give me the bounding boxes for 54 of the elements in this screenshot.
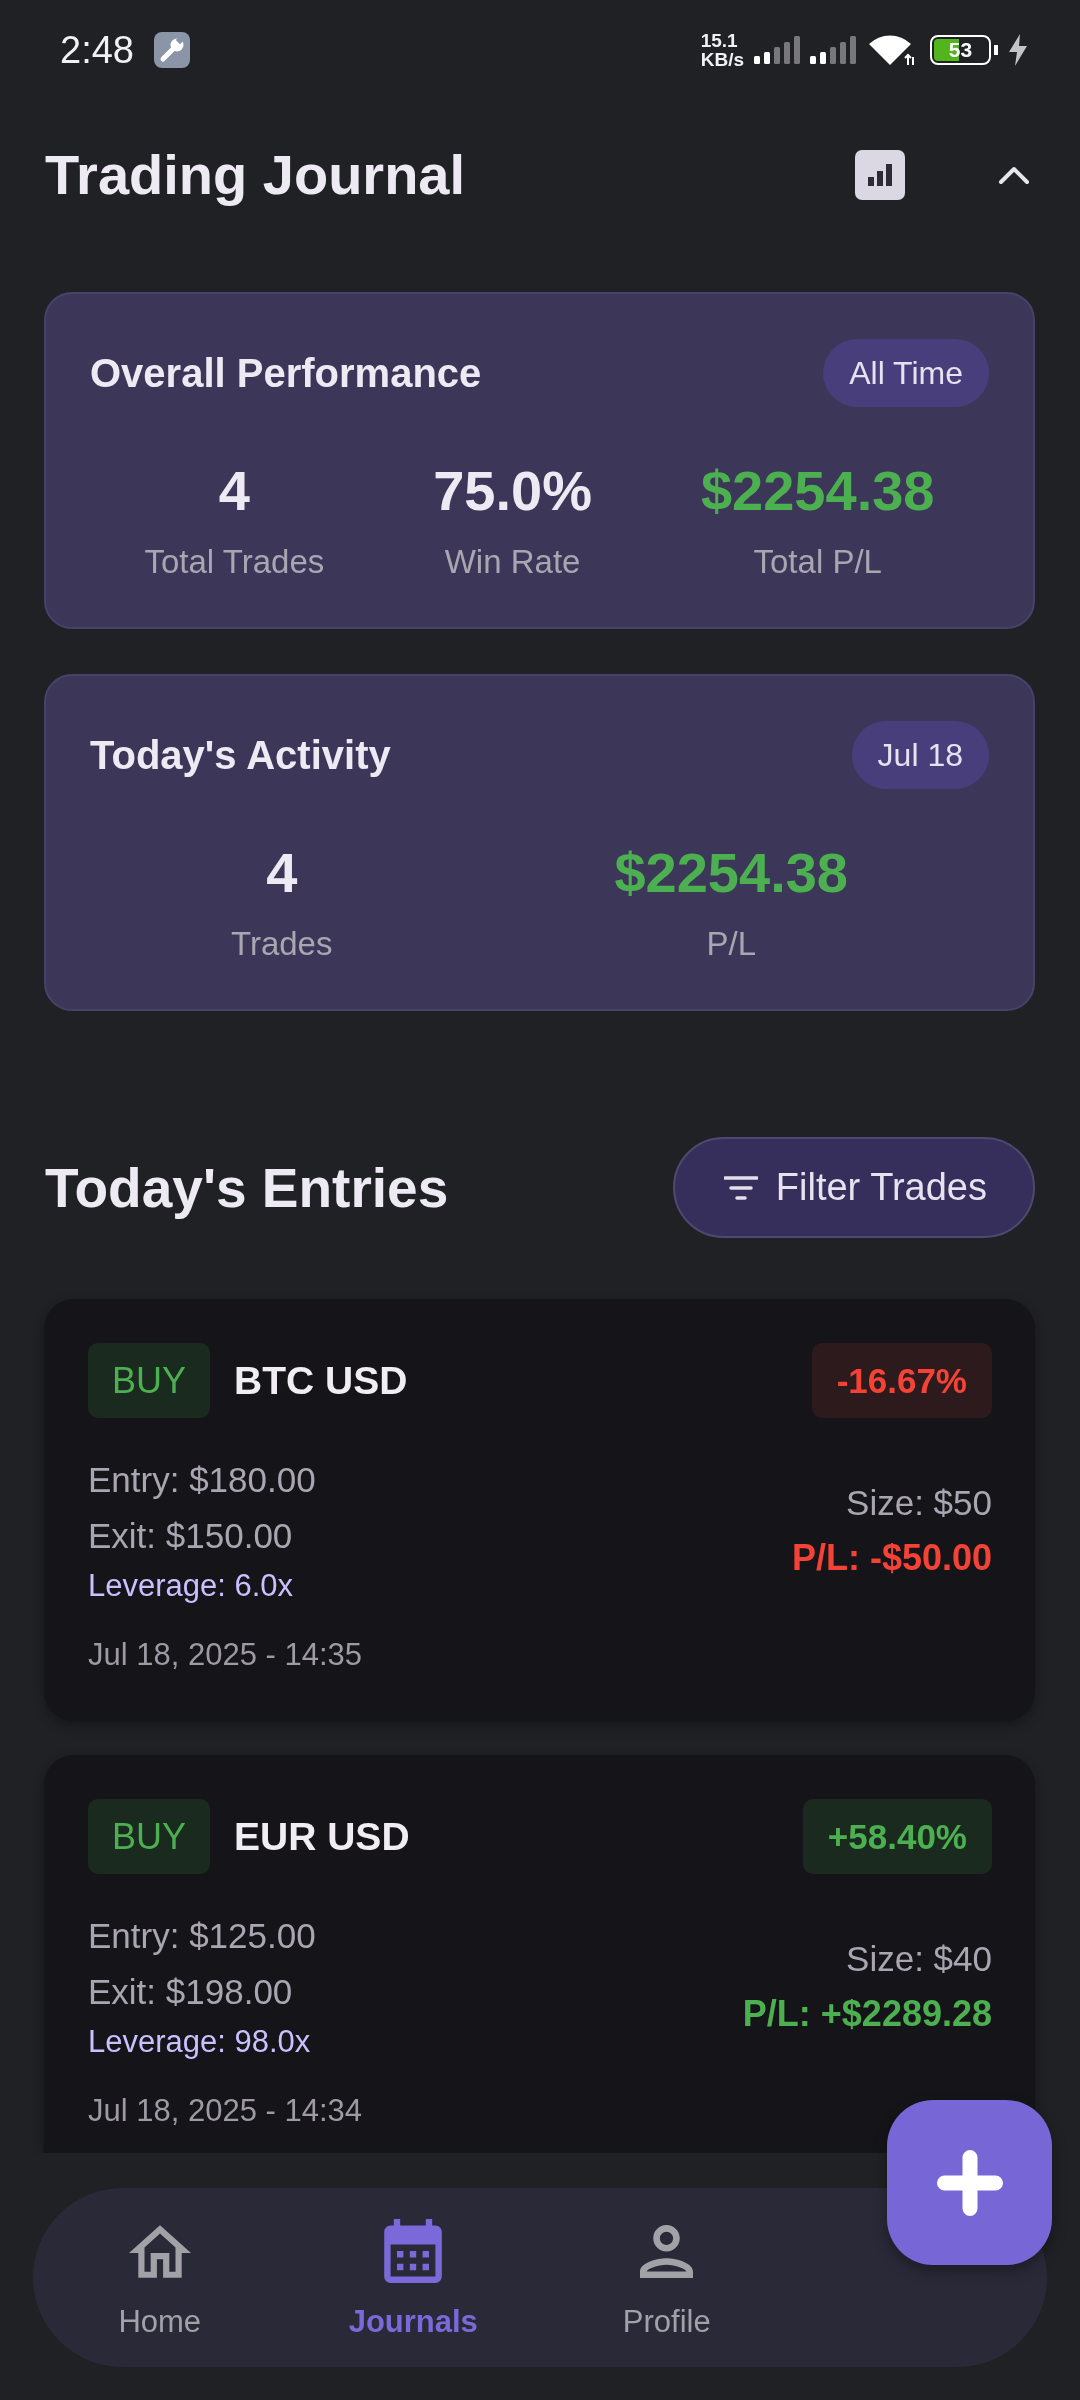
nav-tab[interactable]: Journals — [348, 2219, 478, 2342]
calendar-icon — [384, 2219, 443, 2283]
profit-loss: P/L: +$2289.28 — [742, 1992, 992, 2036]
leverage-text: Leverage: 6.0x — [88, 1567, 294, 1605]
pair-name: EUR USD — [234, 1814, 410, 1859]
stat-label: Trades — [231, 924, 333, 964]
period-chip: All Time — [823, 339, 989, 407]
network-speed-value: 15.1 — [700, 31, 738, 50]
clock-time: 2:48 — [60, 28, 134, 72]
wifi-icon — [868, 33, 916, 67]
charging-icon — [1008, 34, 1028, 66]
filter-button[interactable]: Filter Trades — [672, 1137, 1035, 1238]
signal-icon — [810, 36, 856, 64]
stat-value: 4 — [218, 459, 250, 523]
stat-label: Win Rate — [444, 542, 581, 582]
signal-icon — [754, 36, 800, 64]
section-title: Today's Entries — [45, 1155, 449, 1221]
card-title: Today's Activity — [90, 732, 391, 778]
wrench-icon — [153, 32, 190, 68]
pair-name: BTC USD — [234, 1358, 408, 1403]
position-size: Size: $40 — [846, 1938, 992, 1980]
position-size: Size: $50 — [846, 1482, 992, 1524]
period-chip: Jul 18 — [851, 721, 989, 789]
side-tag: BUY — [88, 1343, 211, 1418]
stat-label: P/L — [706, 924, 756, 964]
change-tag: +58.40% — [802, 1799, 992, 1874]
leverage-text: Leverage: 98.0x — [88, 2023, 311, 2061]
stat-value: $2254.38 — [700, 459, 935, 523]
nav-tab[interactable]: Home — [118, 2219, 202, 2342]
exit-price: Exit: $150.00 — [88, 1515, 293, 1557]
change-tag: -16.67% — [811, 1343, 992, 1418]
page-title: Trading Journal — [45, 142, 467, 208]
nav-tab[interactable]: Profile — [622, 2219, 711, 2342]
stat-value: 4 — [266, 841, 298, 905]
profit-loss: P/L: -$50.00 — [791, 1536, 992, 1580]
home-icon — [128, 2224, 191, 2278]
person-icon — [640, 2224, 694, 2278]
bar-chart-icon[interactable] — [855, 150, 905, 200]
trade-date: Jul 18, 2025 - 14:35 — [88, 1636, 363, 1674]
exit-price: Exit: $198.00 — [88, 1971, 293, 2013]
entry-price: Entry: $125.00 — [88, 1915, 316, 1957]
stat-value: $2254.38 — [614, 841, 848, 905]
filter-icon — [723, 1174, 758, 1201]
trade-date: Jul 18, 2025 - 14:34 — [88, 2092, 363, 2130]
stat-label: Total Trades — [144, 542, 325, 582]
network-speed-unit: KB/s — [700, 50, 744, 69]
entry-price: Entry: $180.00 — [88, 1459, 316, 1501]
stat-label: Total P/L — [753, 542, 882, 582]
chevron-up-icon[interactable] — [998, 165, 1030, 185]
side-tag: BUY — [88, 1799, 211, 1874]
plus-icon — [936, 2149, 1003, 2216]
stat-value: 75.0% — [433, 459, 592, 523]
add-button[interactable] — [887, 2100, 1052, 2265]
card-title: Overall Performance — [90, 350, 482, 396]
